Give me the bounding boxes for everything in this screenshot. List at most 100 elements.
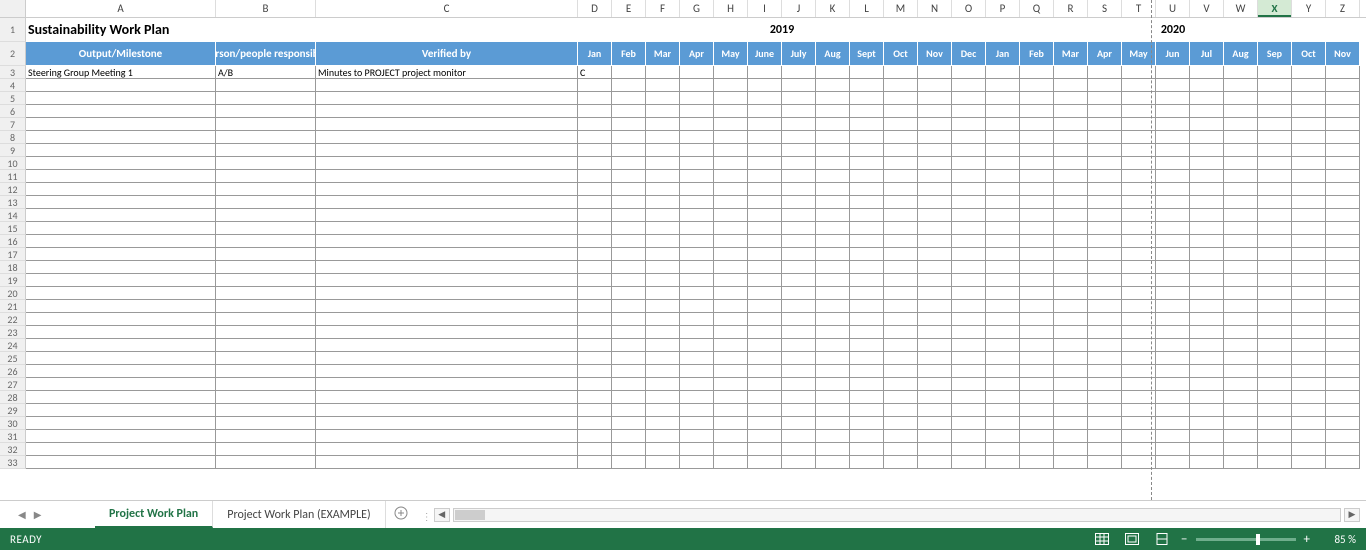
cell-m9-8[interactable] <box>884 131 918 144</box>
cell-m6-26[interactable] <box>782 365 816 378</box>
cell-m11-26[interactable] <box>952 365 986 378</box>
cell-m21-12[interactable] <box>1292 183 1326 196</box>
hdr-month-22[interactable]: Nov <box>1326 42 1360 66</box>
cell-C26[interactable] <box>316 365 578 378</box>
cell-m14-11[interactable] <box>1054 170 1088 183</box>
cell-V3[interactable] <box>1190 66 1224 79</box>
title-cell[interactable]: Sustainability Work Plan <box>26 18 578 42</box>
cell-m20-8[interactable] <box>1258 131 1292 144</box>
cell-C22[interactable] <box>316 313 578 326</box>
cell-m11-9[interactable] <box>952 144 986 157</box>
cell-m21-20[interactable] <box>1292 287 1326 300</box>
cell-m17-14[interactable] <box>1156 209 1190 222</box>
cell-m12-26[interactable] <box>986 365 1020 378</box>
cell-m3-31[interactable] <box>680 430 714 443</box>
hdr-month-6[interactable]: July <box>782 42 816 66</box>
cell-m17-29[interactable] <box>1156 404 1190 417</box>
cell-m11-24[interactable] <box>952 339 986 352</box>
col-header-Q[interactable]: Q <box>1020 0 1054 17</box>
cell-m13-17[interactable] <box>1020 248 1054 261</box>
cell-m3-30[interactable] <box>680 417 714 430</box>
cell-m2-24[interactable] <box>646 339 680 352</box>
cell-m20-23[interactable] <box>1258 326 1292 339</box>
cell-m19-5[interactable] <box>1224 92 1258 105</box>
row-header-6[interactable]: 6 <box>0 105 26 118</box>
cell-m6-27[interactable] <box>782 378 816 391</box>
cell-m13-15[interactable] <box>1020 222 1054 235</box>
cell-B29[interactable] <box>216 404 316 417</box>
cell-B15[interactable] <box>216 222 316 235</box>
cell-m4-24[interactable] <box>714 339 748 352</box>
cell-m6-17[interactable] <box>782 248 816 261</box>
cell-m15-10[interactable] <box>1088 157 1122 170</box>
col-header-H[interactable]: H <box>714 0 748 17</box>
cell-m5-22[interactable] <box>748 313 782 326</box>
cell-m5-27[interactable] <box>748 378 782 391</box>
cell-m1-32[interactable] <box>612 443 646 456</box>
cell-C24[interactable] <box>316 339 578 352</box>
cell-m7-23[interactable] <box>816 326 850 339</box>
cell-m4-11[interactable] <box>714 170 748 183</box>
cell-A27[interactable] <box>26 378 216 391</box>
cell-K3[interactable] <box>816 66 850 79</box>
cell-m9-14[interactable] <box>884 209 918 222</box>
cell-A17[interactable] <box>26 248 216 261</box>
row-header-28[interactable]: 28 <box>0 391 26 404</box>
cell-m22-19[interactable] <box>1326 274 1360 287</box>
hdr-month-0[interactable]: Jan <box>578 42 612 66</box>
cell-m0-15[interactable] <box>578 222 612 235</box>
cell-C7[interactable] <box>316 118 578 131</box>
cell-m0-19[interactable] <box>578 274 612 287</box>
cell-m13-30[interactable] <box>1020 417 1054 430</box>
cell-m7-24[interactable] <box>816 339 850 352</box>
cell-m8-5[interactable] <box>850 92 884 105</box>
cell-A31[interactable] <box>26 430 216 443</box>
year-2019[interactable]: 2019 <box>578 18 986 42</box>
cell-m12-11[interactable] <box>986 170 1020 183</box>
zoom-percent[interactable]: 85 % <box>1318 533 1356 546</box>
cell-m15-19[interactable] <box>1088 274 1122 287</box>
cell-m17-33[interactable] <box>1156 456 1190 469</box>
cell-m8-11[interactable] <box>850 170 884 183</box>
cell-m14-17[interactable] <box>1054 248 1088 261</box>
cell-m18-6[interactable] <box>1190 105 1224 118</box>
cell-m14-12[interactable] <box>1054 183 1088 196</box>
cell-m1-11[interactable] <box>612 170 646 183</box>
cell-B33[interactable] <box>216 456 316 469</box>
cell-m5-20[interactable] <box>748 287 782 300</box>
cell-m10-4[interactable] <box>918 79 952 92</box>
cell-m22-29[interactable] <box>1326 404 1360 417</box>
cell-m17-5[interactable] <box>1156 92 1190 105</box>
cell-m22-26[interactable] <box>1326 365 1360 378</box>
cell-N3[interactable] <box>918 66 952 79</box>
hdr-month-2[interactable]: Mar <box>646 42 680 66</box>
cell-m20-19[interactable] <box>1258 274 1292 287</box>
cell-m13-8[interactable] <box>1020 131 1054 144</box>
cell-m3-14[interactable] <box>680 209 714 222</box>
cell-B3[interactable]: A/B <box>216 66 316 79</box>
cell-A3[interactable]: Steering Group Meeting 1 <box>26 66 216 79</box>
cell-m21-4[interactable] <box>1292 79 1326 92</box>
col-header-E[interactable]: E <box>612 0 646 17</box>
cell-m11-33[interactable] <box>952 456 986 469</box>
cell-m14-23[interactable] <box>1054 326 1088 339</box>
cell-I3[interactable] <box>748 66 782 79</box>
cell-m22-24[interactable] <box>1326 339 1360 352</box>
cell-m9-10[interactable] <box>884 157 918 170</box>
cell-m12-8[interactable] <box>986 131 1020 144</box>
cell-B31[interactable] <box>216 430 316 443</box>
cell-m15-14[interactable] <box>1088 209 1122 222</box>
cell-m6-10[interactable] <box>782 157 816 170</box>
cell-m0-20[interactable] <box>578 287 612 300</box>
row-header-13[interactable]: 13 <box>0 196 26 209</box>
cell-m20-15[interactable] <box>1258 222 1292 235</box>
cell-m19-27[interactable] <box>1224 378 1258 391</box>
row-header-31[interactable]: 31 <box>0 430 26 443</box>
cell-m7-15[interactable] <box>816 222 850 235</box>
cell-m22-32[interactable] <box>1326 443 1360 456</box>
cell-m5-18[interactable] <box>748 261 782 274</box>
cell-C8[interactable] <box>316 131 578 144</box>
cell-m19-31[interactable] <box>1224 430 1258 443</box>
cell-m12-9[interactable] <box>986 144 1020 157</box>
cell-m4-26[interactable] <box>714 365 748 378</box>
